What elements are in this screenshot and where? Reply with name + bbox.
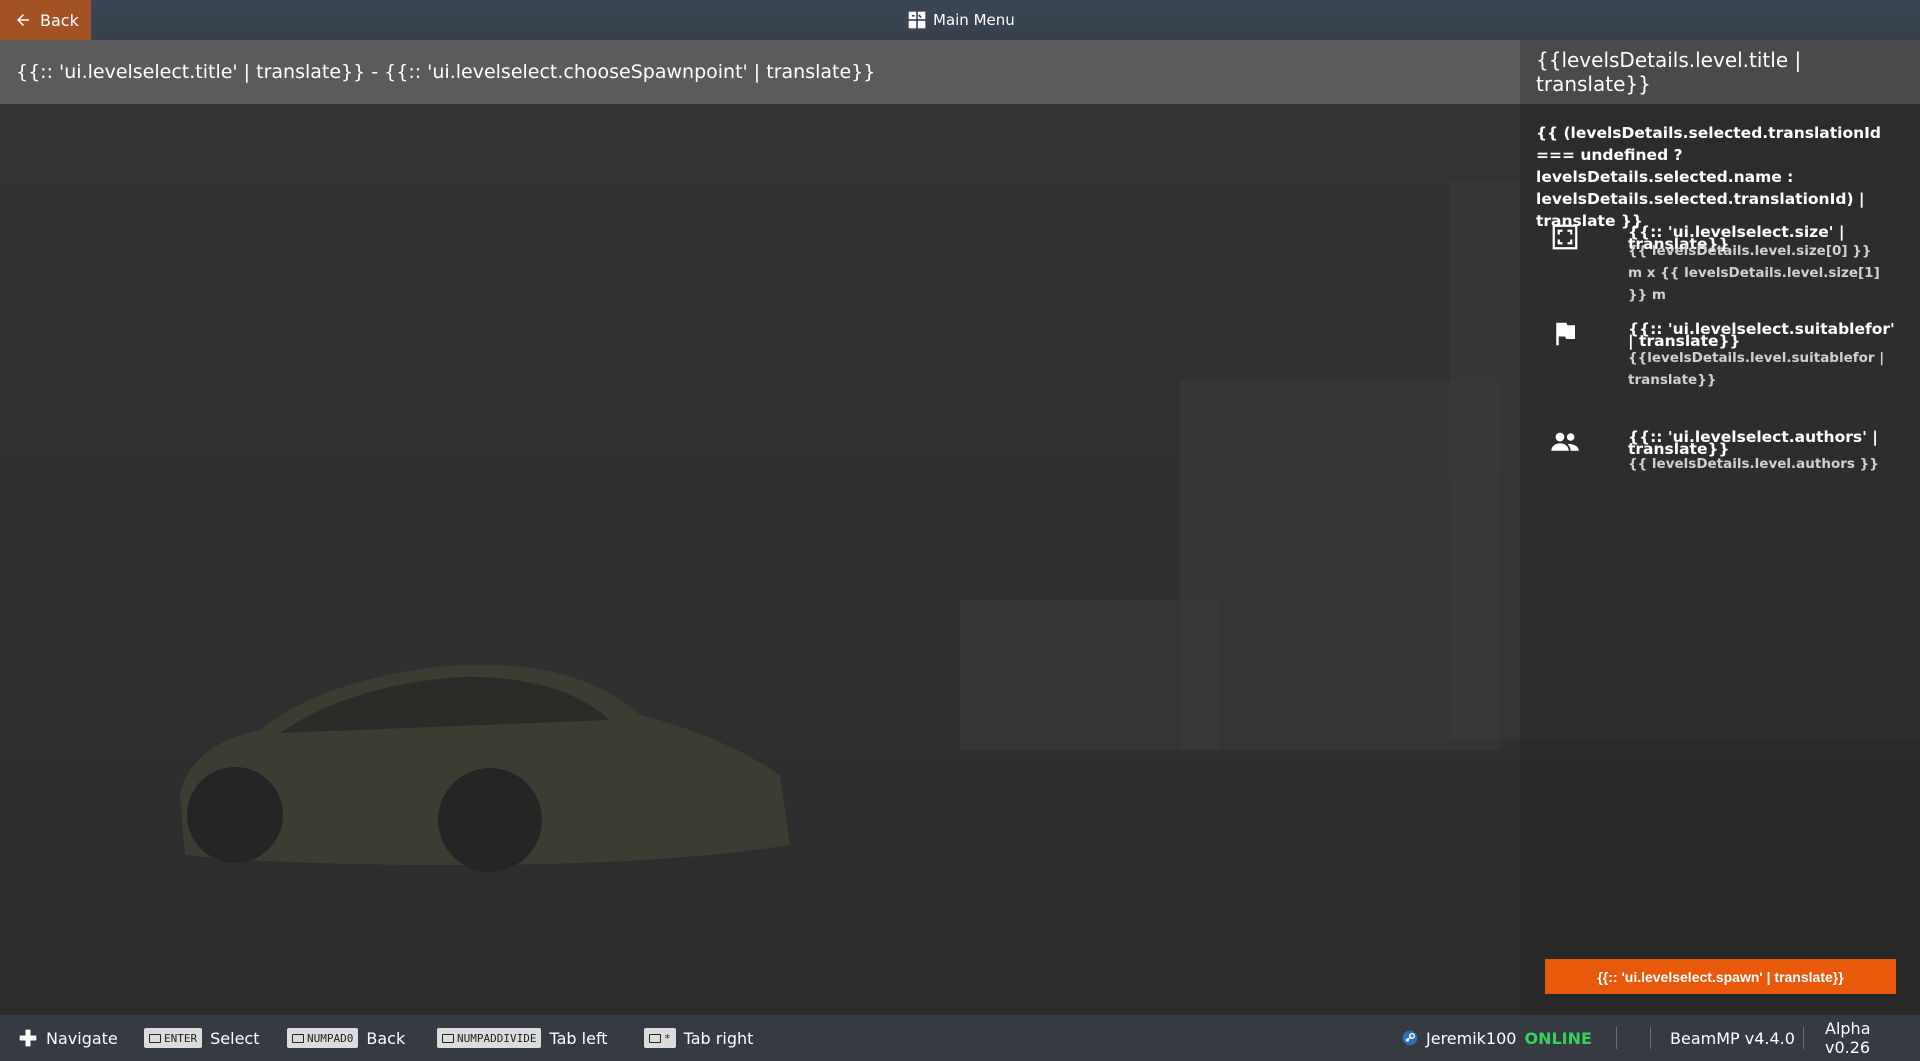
user-status: Jeremik100 ONLINE [1402,1015,1592,1061]
divider [1616,1027,1617,1049]
back-button-label: Back [40,10,79,30]
hint-select: ENTER Select [144,1015,259,1061]
beamng-logo-icon [908,11,926,29]
authors-title: {{:: 'ui.levelselect.authors' | translat… [1628,428,1878,458]
spawnpoint-description: {{ (levelsDetails.selected.translationId… [1536,124,1881,230]
hint-tab-right: * Tab right [644,1015,753,1061]
spawn-button[interactable]: {{:: 'ui.levelselect.spawn' | translate}… [1545,959,1896,994]
main-menu-button[interactable]: Main Menu [907,0,1015,40]
back-button[interactable]: Back [0,0,91,40]
level-title: {{levelsDetails.level.title | translate}… [1520,40,1920,104]
hint-select-label: Select [210,1028,260,1048]
dpad-icon [19,1029,37,1047]
hint-navigate: Navigate [18,1015,118,1061]
suitable-for-title: {{:: 'ui.levelselect.suitablefor' | tran… [1628,320,1895,350]
hint-tab-left-label: Tab left [549,1028,608,1048]
bottom-bar: Navigate ENTER Select NUMPAD0 Back NUMPA… [0,1015,1920,1061]
fullscreen-icon [1552,224,1578,250]
hint-tab-right-label: Tab right [683,1028,754,1048]
hint-back: NUMPAD0 Back [287,1015,405,1061]
suitable-for-value: {{levelsDetails.level.suitablefor | tran… [1628,350,1885,388]
page-title: {{:: 'ui.levelselect.title' | translate}… [0,40,1520,104]
flag-icon [1556,322,1575,346]
username: Jeremik100 [1426,1028,1517,1048]
online-status: ONLINE [1524,1028,1592,1048]
top-bar: Back Main Menu [0,0,1920,40]
level-details-panel: {{ (levelsDetails.selected.translationId… [1520,104,1920,1014]
game-version-label: Alpha v0.26 [1825,1019,1871,1057]
hint-tab-left: NUMPADDIVIDE Tab left [437,1015,608,1061]
beammp-version-label: BeamMP v4.4.0 [1670,1028,1795,1048]
divider [1650,1027,1651,1049]
main-menu-label: Main Menu [933,11,1015,29]
steam-icon [1402,1030,1418,1046]
keyboard-key-icon: ENTER [144,1028,203,1048]
divider [1803,1027,1804,1049]
beammp-version: BeamMP v4.4.0 [1670,1015,1795,1061]
keyboard-key-icon: NUMPADDIVIDE [437,1028,542,1048]
people-icon [1551,432,1579,451]
arrow-left-icon [17,14,29,26]
game-version: Alpha v0.26 [1825,1015,1920,1061]
background-building [960,600,1220,750]
keyboard-key-icon: NUMPAD0 [287,1028,359,1048]
hint-navigate-label: Navigate [46,1028,118,1048]
hint-back-label: Back [366,1028,406,1048]
car-silhouette [180,664,790,872]
authors-value: {{ levelsDetails.level.authors }} [1628,456,1879,472]
size-value: {{ levelsDetails.level.size[0] }} m x {{… [1628,243,1880,303]
keyboard-key-icon: * [644,1028,676,1048]
